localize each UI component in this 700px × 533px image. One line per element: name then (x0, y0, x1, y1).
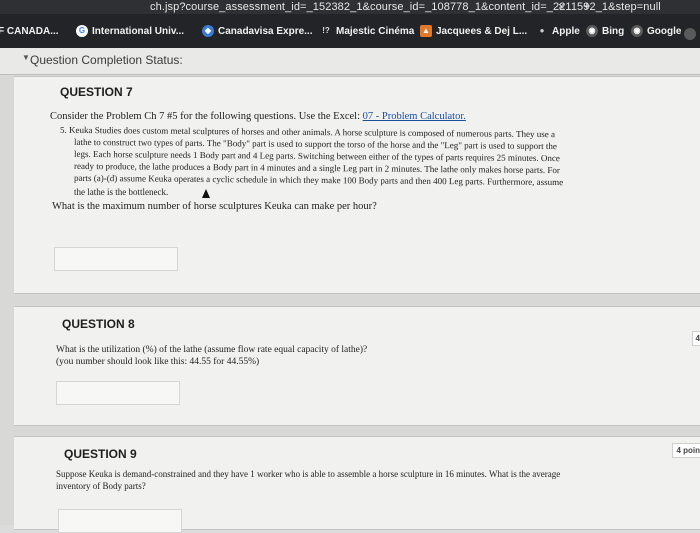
bookmark-google[interactable]: ◉ Google (631, 22, 681, 40)
bookmark-majestic-cinema[interactable]: !? Majestic Cinéma (320, 22, 414, 40)
shield-icon: ◆ (202, 25, 214, 37)
bookmark-label: Google (647, 25, 682, 37)
bookmark-international-univ[interactable]: G International Univ... (76, 22, 184, 40)
question-intro: Consider the Problem Ch 7 #5 for the fol… (50, 111, 466, 123)
bookmark-label: International Univ... (92, 25, 185, 37)
apple-icon: ● (536, 25, 548, 37)
new-tab-icon[interactable]: + (583, 0, 591, 13)
compass-icon: ◉ (631, 25, 643, 37)
bookmark-label: Bing (602, 25, 625, 37)
question-line-1: Suppose Keuka is demand-constrained and … (56, 469, 561, 479)
tab-close-icon[interactable]: × (558, 0, 564, 14)
bookmark-label: Majestic Cinéma (336, 25, 415, 37)
question-9-panel: QUESTION 9 4 poin Suppose Keuka is deman… (14, 436, 700, 533)
image-icon: ▲ (420, 25, 432, 37)
intro-text: Consider the Problem Ch 7 #5 for the fol… (50, 111, 363, 122)
question-line-2: (you number should look like this: 44.55… (56, 357, 260, 367)
compass-icon[interactable] (684, 28, 696, 40)
bookmark-label: F CANADA... (0, 25, 59, 37)
bookmark-jacquees[interactable]: ▲ Jacquees & Dej L... (420, 22, 527, 40)
mouse-cursor-icon (202, 189, 210, 198)
question-8-panel: QUESTION 8 4 What is the utilization (%)… (14, 306, 700, 426)
question-prompt: What is the maximum number of horse scul… (52, 201, 377, 212)
question-7-panel: QUESTION 7 Consider the Problem Ch 7 #5 … (14, 76, 700, 294)
excel-link[interactable]: 07 - Problem Calculator. (363, 111, 466, 122)
points-badge: 4 (691, 331, 700, 346)
bookmark-label: Apple (552, 25, 580, 37)
bookmark-canada[interactable]: F CANADA... (0, 22, 59, 40)
question-title: QUESTION 9 (64, 447, 137, 461)
bookmark-label: Jacquees & Dej L... (436, 25, 528, 37)
assessment-page: ▼ Question Completion Status: QUESTION 7… (0, 48, 700, 533)
question-line-2: inventory of Body parts? (56, 481, 146, 491)
question-title: QUESTION 7 (60, 85, 133, 99)
question-completion-status[interactable]: ▼ Question Completion Status: (0, 48, 700, 75)
google-icon: G (76, 25, 88, 37)
problem-line-6: the lathe is the bottleneck. (74, 187, 169, 197)
compass-icon: ◉ (586, 25, 598, 37)
bookmark-apple[interactable]: ● Apple (536, 22, 580, 40)
question-title: QUESTION 8 (62, 317, 135, 331)
bookmark-bing[interactable]: ◉ Bing (586, 22, 624, 40)
answer-input[interactable] (56, 381, 180, 405)
bookmark-label: Canadavisa Expre... (218, 25, 313, 37)
chevron-down-icon[interactable]: ▼ (22, 53, 30, 62)
answer-input[interactable] (58, 509, 182, 533)
bookmarks-bar: F CANADA... G International Univ... ◆ Ca… (0, 14, 700, 48)
points-badge: 4 poin (672, 443, 700, 458)
answer-input[interactable] (54, 247, 178, 271)
address-bar[interactable]: ch.jsp?course_assessment_id=_152382_1&co… (0, 0, 700, 14)
cinema-icon: !? (320, 25, 332, 37)
bookmark-canadavisa[interactable]: ◆ Canadavisa Expre... (202, 22, 313, 40)
status-label: Question Completion Status: (30, 53, 183, 67)
question-line-1: What is the utilization (%) of the lathe… (56, 345, 368, 355)
